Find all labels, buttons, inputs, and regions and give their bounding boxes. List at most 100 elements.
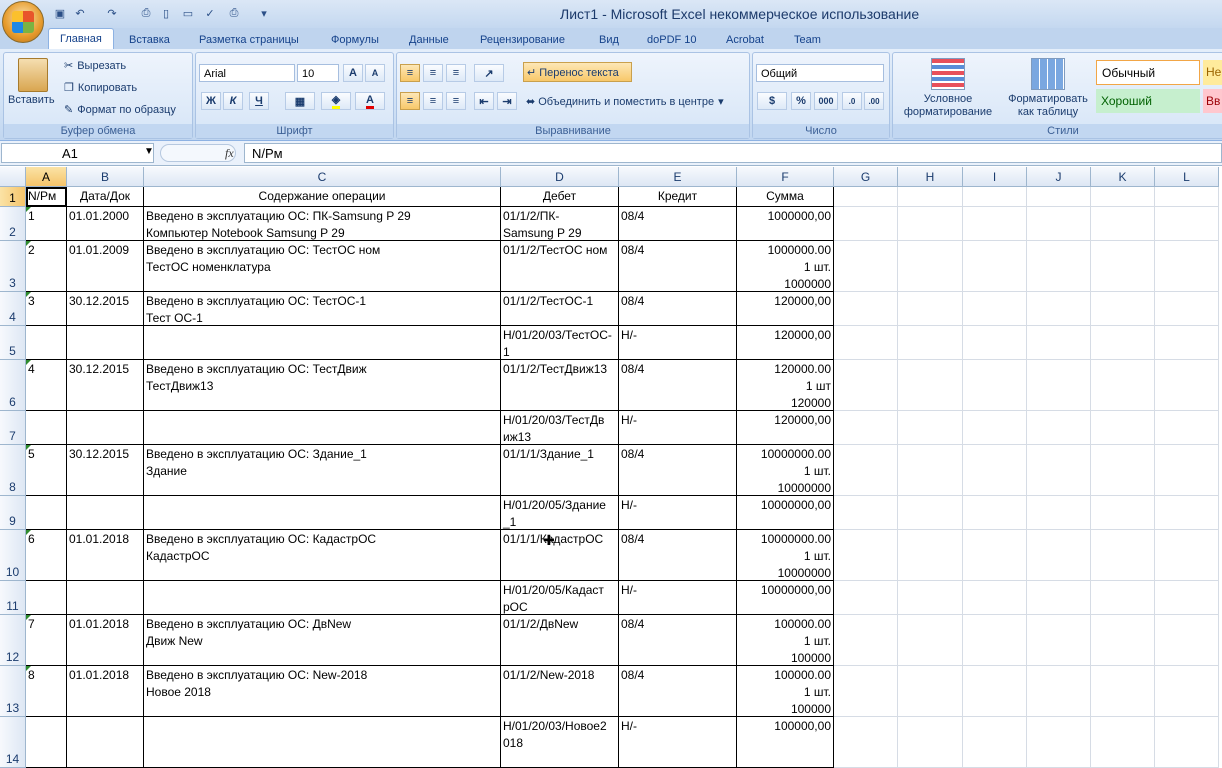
- print-preview-icon[interactable]: ⎙: [138, 5, 154, 21]
- cell-d1[interactable]: Дебет: [501, 187, 619, 207]
- cell-c6[interactable]: Введено в эксплуатацию ОС: ТестДвиж Тест…: [144, 360, 501, 411]
- format-as-table-button[interactable]: Форматировать как таблицу: [1002, 93, 1094, 119]
- cell-d9[interactable]: Н/01/20/05/Здание _1: [501, 496, 619, 530]
- cell-a7[interactable]: [26, 411, 67, 445]
- row-header-4[interactable]: 4: [0, 292, 26, 326]
- cell-c1[interactable]: Содержание операции: [144, 187, 501, 207]
- undo-icon[interactable]: ↶: [72, 5, 88, 21]
- cell-f3[interactable]: 1000000.00 1 шт. 1000000: [737, 241, 834, 292]
- cell-g13[interactable]: [834, 666, 898, 717]
- align-right-button[interactable]: ≡: [446, 92, 466, 110]
- orientation-button[interactable]: ↗: [474, 64, 504, 82]
- cell-l13[interactable]: [1155, 666, 1219, 717]
- cell-h13[interactable]: [898, 666, 963, 717]
- cell-d11[interactable]: Н/01/20/05/Кадаст рОС: [501, 581, 619, 615]
- cell-c8[interactable]: Введено в эксплуатацию ОС: Здание_1 Здан…: [144, 445, 501, 496]
- cell-g10[interactable]: [834, 530, 898, 581]
- cell-k3[interactable]: [1091, 241, 1155, 292]
- row-header-6[interactable]: 6: [0, 360, 26, 411]
- cell-e1[interactable]: Кредит: [619, 187, 737, 207]
- cell-f14[interactable]: 100000,00: [737, 717, 834, 768]
- cell-b3[interactable]: 01.01.2009: [67, 241, 144, 292]
- cell-j8[interactable]: [1027, 445, 1091, 496]
- cell-k5[interactable]: [1091, 326, 1155, 360]
- cell-l2[interactable]: [1155, 207, 1219, 241]
- cell-g14[interactable]: [834, 717, 898, 768]
- style-good[interactable]: Хороший: [1096, 89, 1200, 113]
- cell-d6[interactable]: 01/1/2/ТестДвиж13: [501, 360, 619, 411]
- row-header-11[interactable]: 11: [0, 581, 26, 615]
- cell-h3[interactable]: [898, 241, 963, 292]
- formula-input[interactable]: N/Рм: [244, 143, 1222, 163]
- cell-g3[interactable]: [834, 241, 898, 292]
- cell-e5[interactable]: Н/-: [619, 326, 737, 360]
- cell-k6[interactable]: [1091, 360, 1155, 411]
- cell-b2[interactable]: 01.01.2000: [67, 207, 144, 241]
- cell-e10[interactable]: 08/4: [619, 530, 737, 581]
- cell-i9[interactable]: [963, 496, 1027, 530]
- cell-b9[interactable]: [67, 496, 144, 530]
- copy-button[interactable]: ❐ Копировать: [64, 81, 137, 94]
- row-header-9[interactable]: 9: [0, 496, 26, 530]
- cell-b1[interactable]: Дата/Док: [67, 187, 144, 207]
- cell-i2[interactable]: [963, 207, 1027, 241]
- tab-team[interactable]: Team: [794, 31, 821, 49]
- cell-a10[interactable]: 6: [26, 530, 67, 581]
- cell-e9[interactable]: Н/-: [619, 496, 737, 530]
- quick-print-icon[interactable]: ⎙: [226, 5, 242, 21]
- fill-color-button[interactable]: ◈: [321, 92, 351, 110]
- column-header-e[interactable]: E: [619, 167, 737, 187]
- open-folder-icon[interactable]: ▭: [180, 5, 196, 21]
- row-header-12[interactable]: 12: [0, 615, 26, 666]
- row-header-7[interactable]: 7: [0, 411, 26, 445]
- tab-insert[interactable]: Вставка: [129, 31, 170, 49]
- cell-a5[interactable]: [26, 326, 67, 360]
- row-header-3[interactable]: 3: [0, 241, 26, 292]
- column-header-a[interactable]: A: [26, 167, 67, 187]
- cell-b4[interactable]: 30.12.2015: [67, 292, 144, 326]
- paste-icon[interactable]: [18, 58, 48, 92]
- row-header-1[interactable]: 1: [0, 187, 26, 207]
- cell-a3[interactable]: 2: [26, 241, 67, 292]
- style-bad[interactable]: Вв: [1203, 89, 1222, 113]
- save-icon[interactable]: ▣: [52, 5, 68, 21]
- cell-d13[interactable]: 01/1/2/New-2018: [501, 666, 619, 717]
- cell-h9[interactable]: [898, 496, 963, 530]
- align-top-button[interactable]: ≡: [400, 64, 420, 82]
- cell-j9[interactable]: [1027, 496, 1091, 530]
- column-header-c[interactable]: C: [144, 167, 501, 187]
- cell-i13[interactable]: [963, 666, 1027, 717]
- cell-j5[interactable]: [1027, 326, 1091, 360]
- cell-g6[interactable]: [834, 360, 898, 411]
- name-box-dropdown-icon[interactable]: ▼: [144, 146, 154, 157]
- cell-l12[interactable]: [1155, 615, 1219, 666]
- cell-g5[interactable]: [834, 326, 898, 360]
- cell-g7[interactable]: [834, 411, 898, 445]
- cell-f10[interactable]: 10000000.00 1 шт. 10000000: [737, 530, 834, 581]
- column-header-g[interactable]: G: [834, 167, 898, 187]
- column-header-h[interactable]: H: [898, 167, 963, 187]
- cell-e14[interactable]: Н/-: [619, 717, 737, 768]
- cell-g8[interactable]: [834, 445, 898, 496]
- cut-button[interactable]: ✂ Вырезать: [64, 59, 126, 72]
- cell-h14[interactable]: [898, 717, 963, 768]
- cell-e7[interactable]: Н/-: [619, 411, 737, 445]
- tab-data[interactable]: Данные: [409, 31, 449, 49]
- currency-button[interactable]: $: [757, 92, 787, 110]
- cell-h4[interactable]: [898, 292, 963, 326]
- cell-e13[interactable]: 08/4: [619, 666, 737, 717]
- cell-j7[interactable]: [1027, 411, 1091, 445]
- cell-l9[interactable]: [1155, 496, 1219, 530]
- cell-l11[interactable]: [1155, 581, 1219, 615]
- tab-review[interactable]: Рецензирование: [480, 31, 565, 49]
- cell-i7[interactable]: [963, 411, 1027, 445]
- cell-f12[interactable]: 100000.00 1 шт. 100000: [737, 615, 834, 666]
- style-neutral[interactable]: Не: [1203, 60, 1222, 85]
- format-as-table-icon[interactable]: [1031, 58, 1065, 90]
- cell-i1[interactable]: [963, 187, 1027, 207]
- cell-k13[interactable]: [1091, 666, 1155, 717]
- cell-f1[interactable]: Сумма: [737, 187, 834, 207]
- decrease-decimal-button[interactable]: .00: [864, 92, 884, 110]
- cell-b6[interactable]: 30.12.2015: [67, 360, 144, 411]
- cell-f8[interactable]: 10000000.00 1 шт. 10000000: [737, 445, 834, 496]
